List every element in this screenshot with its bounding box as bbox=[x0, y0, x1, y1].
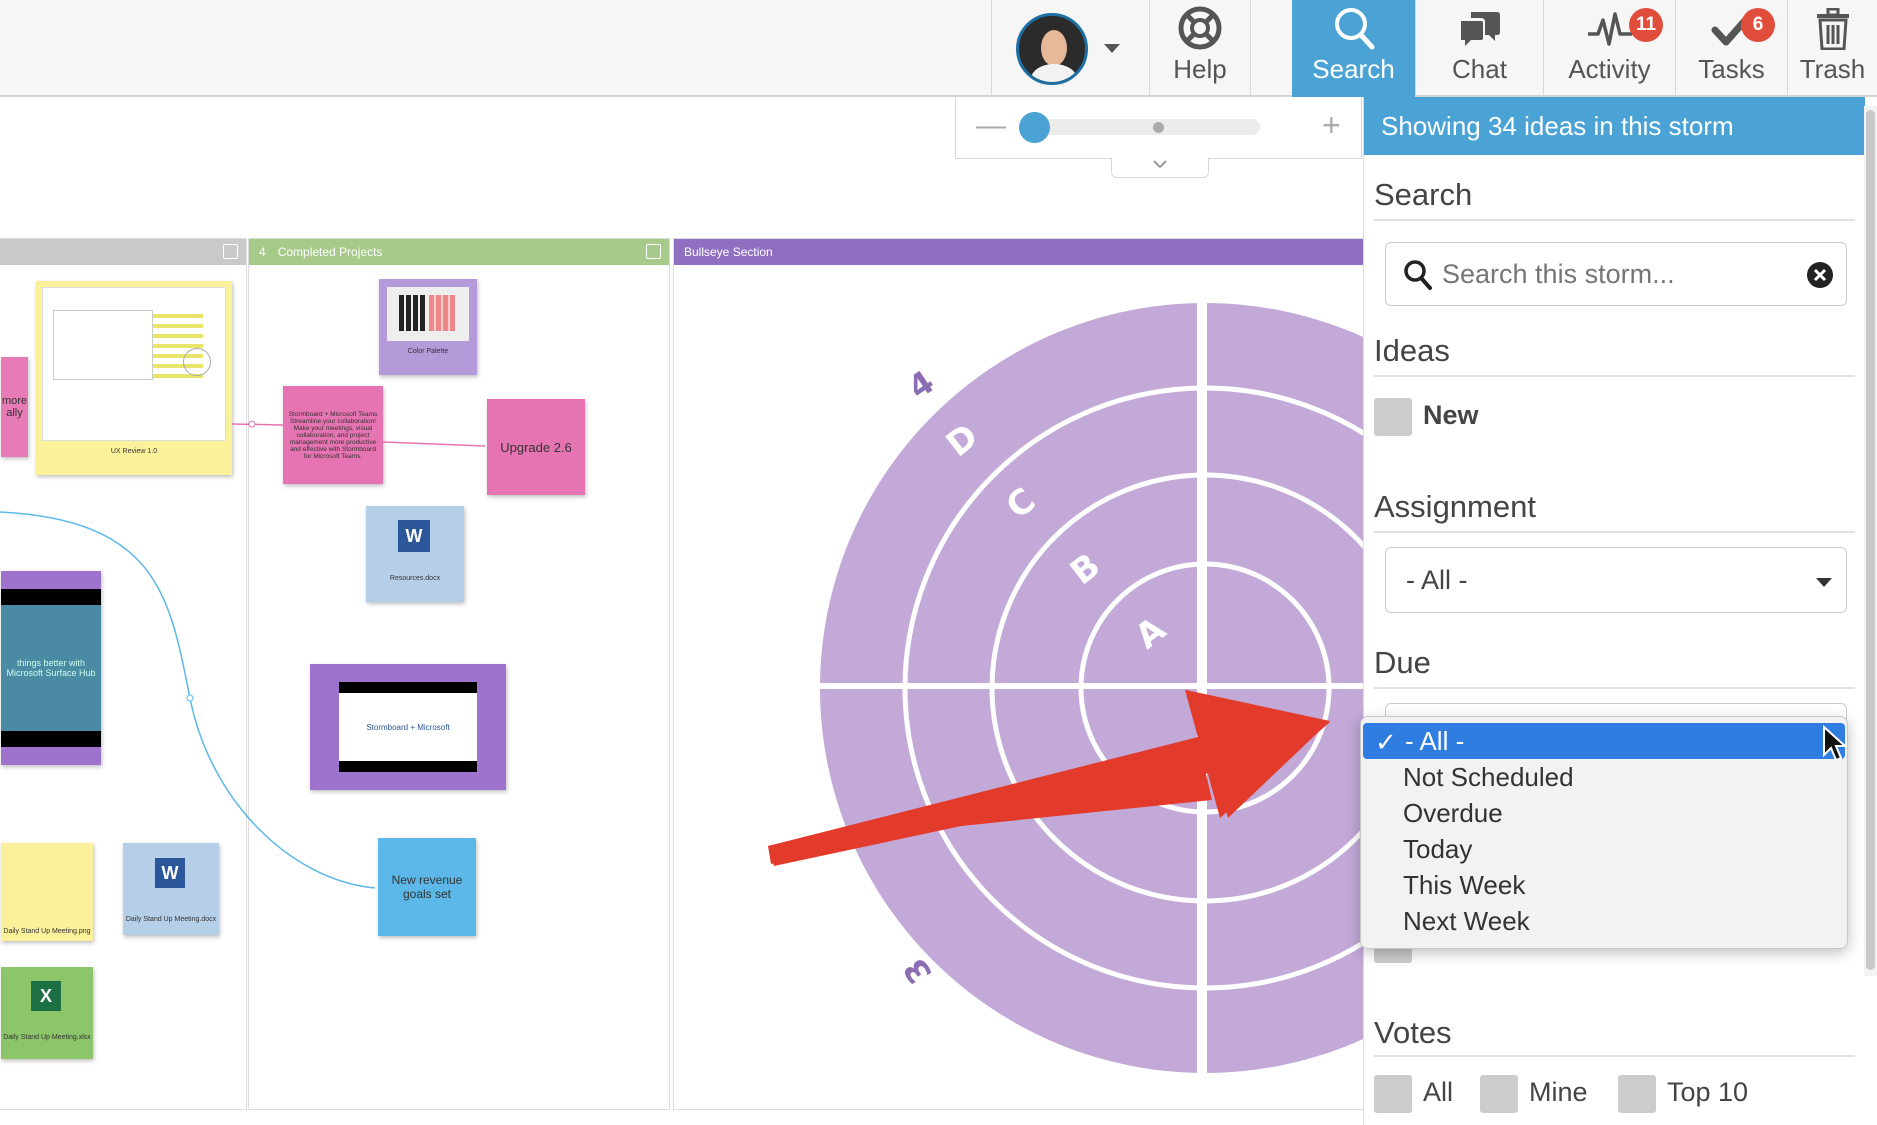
due-option-this-week[interactable]: This Week bbox=[1361, 867, 1847, 903]
divider bbox=[1374, 219, 1855, 221]
search-icon bbox=[1404, 260, 1432, 290]
app-root: Help Search Chat Activity 11 Tasks 6 Tra… bbox=[0, 0, 1877, 1125]
due-option-today[interactable]: Today bbox=[1361, 831, 1847, 867]
divider bbox=[1374, 687, 1855, 689]
checkmark-icon: ✓ bbox=[1375, 727, 1397, 757]
search-field[interactable] bbox=[1385, 242, 1847, 306]
connector-handle[interactable] bbox=[186, 694, 194, 702]
ideas-section-label: Ideas bbox=[1374, 333, 1450, 368]
due-dropdown-menu: ✓ - All - Not Scheduled Overdue Today Th… bbox=[1360, 716, 1848, 949]
due-option-all[interactable]: ✓ - All - bbox=[1363, 723, 1845, 759]
option-label: Overdue bbox=[1403, 797, 1503, 828]
chevron-down-icon bbox=[1816, 578, 1832, 587]
assignment-section-label: Assignment bbox=[1374, 489, 1536, 524]
panel-header: Showing 34 ideas in this storm bbox=[1364, 97, 1865, 155]
search-panel: Showing 34 ideas in this storm Search Id… bbox=[1363, 97, 1865, 1125]
panel-scrollbar[interactable] bbox=[1864, 106, 1877, 976]
due-option-not-scheduled[interactable]: Not Scheduled bbox=[1361, 759, 1847, 795]
new-checkbox-label: New bbox=[1423, 400, 1479, 430]
option-label: Not Scheduled bbox=[1403, 761, 1574, 792]
assignment-select[interactable]: - All - bbox=[1385, 547, 1847, 613]
votes-mine-label: Mine bbox=[1529, 1077, 1588, 1107]
mouse-cursor-icon bbox=[1823, 725, 1848, 762]
scrollbar-thumb[interactable] bbox=[1866, 110, 1875, 970]
votes-all-label: All bbox=[1423, 1077, 1454, 1107]
due-option-overdue[interactable]: Overdue bbox=[1361, 795, 1847, 831]
search-section-label: Search bbox=[1374, 177, 1473, 212]
option-label: Next Week bbox=[1403, 905, 1530, 936]
connector-handle[interactable] bbox=[248, 420, 256, 428]
option-label: Today bbox=[1403, 833, 1473, 864]
divider bbox=[1374, 1055, 1855, 1057]
due-section-label: Due bbox=[1374, 645, 1431, 680]
assignment-select-value: - All - bbox=[1406, 564, 1468, 595]
option-label: This Week bbox=[1403, 869, 1526, 900]
search-input[interactable] bbox=[1442, 255, 1782, 293]
votes-all-checkbox[interactable] bbox=[1374, 1075, 1412, 1113]
due-option-next-week[interactable]: Next Week bbox=[1361, 903, 1847, 939]
connector-line[interactable] bbox=[231, 423, 284, 426]
quadrant-label: 4 bbox=[901, 363, 941, 407]
option-label: - All - bbox=[1405, 725, 1465, 756]
divider bbox=[1374, 375, 1855, 377]
votes-top10-label: Top 10 bbox=[1667, 1077, 1749, 1107]
votes-mine-checkbox[interactable] bbox=[1480, 1075, 1518, 1113]
clear-search-icon[interactable] bbox=[1806, 261, 1834, 289]
new-checkbox[interactable] bbox=[1374, 398, 1412, 436]
votes-section-label: Votes bbox=[1374, 1015, 1452, 1050]
divider bbox=[1374, 531, 1855, 533]
votes-top10-checkbox[interactable] bbox=[1618, 1075, 1656, 1113]
connector-line[interactable] bbox=[382, 441, 486, 447]
